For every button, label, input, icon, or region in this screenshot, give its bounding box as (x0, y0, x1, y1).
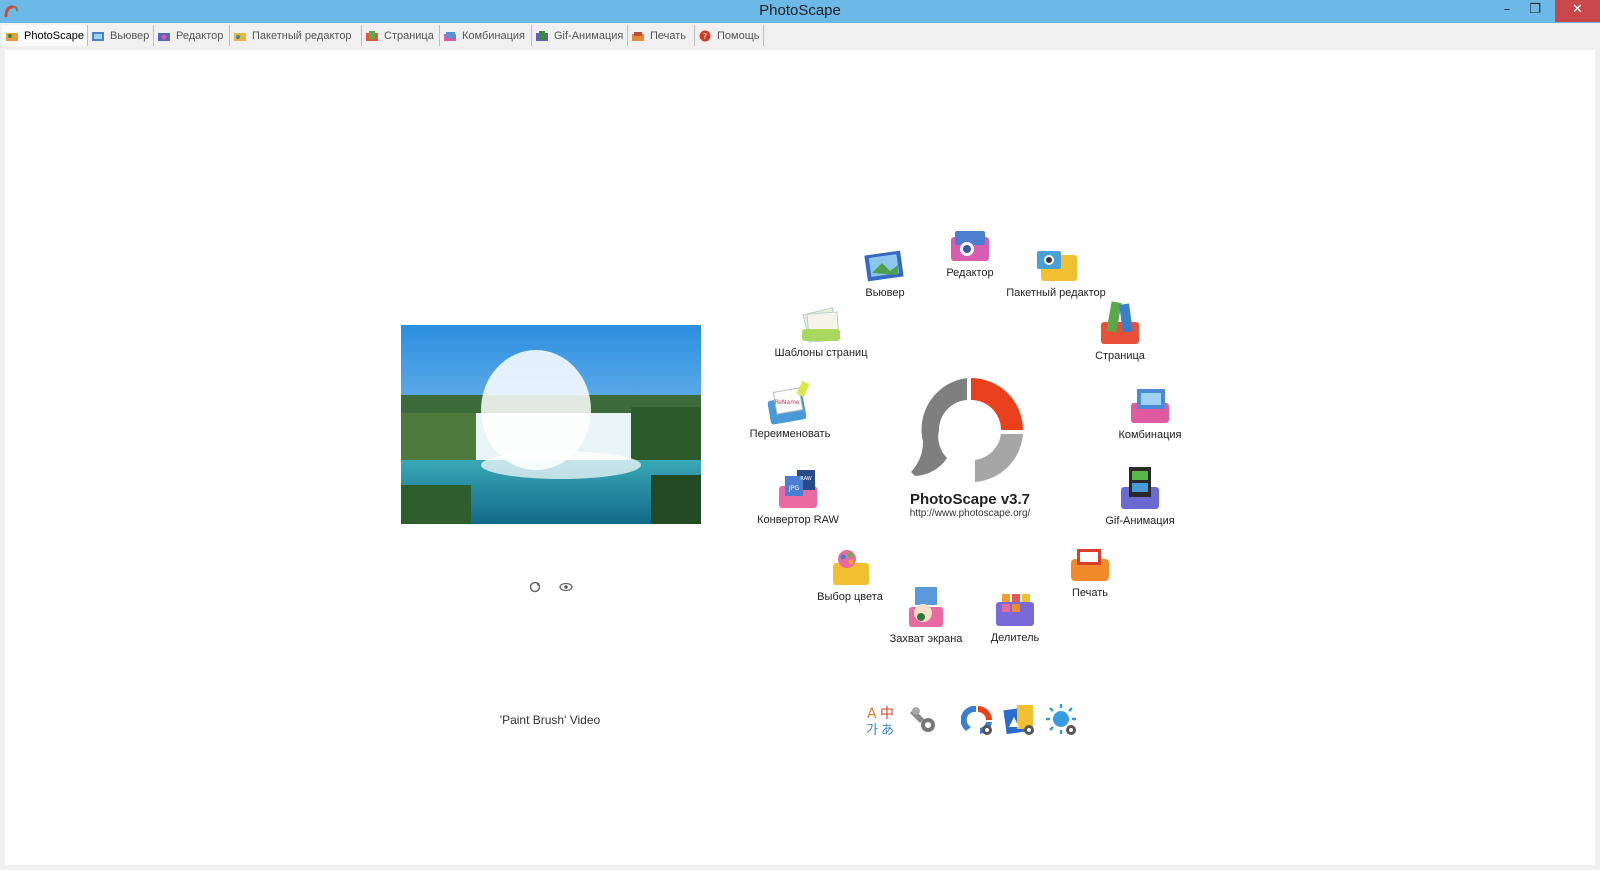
page-templates-icon (802, 307, 840, 343)
svg-text:中: 中 (880, 706, 894, 722)
refresh-icon[interactable] (528, 581, 542, 593)
tab-label: Помощь (717, 29, 760, 42)
main-area (5, 50, 1595, 865)
combine-icon (1131, 389, 1169, 423)
photoscape-update-icon[interactable] (961, 703, 995, 737)
minimize-button[interactable]: – (1494, 0, 1520, 22)
viewer-icon (864, 250, 904, 282)
wheel-page-templates[interactable]: Шаблоны страниц (765, 303, 877, 359)
tab-label: Комбинация (462, 29, 526, 42)
video-caption[interactable]: 'Paint Brush' Video (480, 713, 620, 727)
app-name: PhotoScape v3.7 (909, 491, 1031, 508)
settings-wrench-icon[interactable] (906, 703, 940, 737)
wheel-rename[interactable]: ReName Переименовать (740, 380, 840, 440)
tab-bar: PhotoScape Вьювер Редактор Пакетный реда… (0, 24, 1600, 48)
wheel-color-picker-label: Выбор цвета (817, 591, 883, 603)
wheel-rename-label: Переименовать (749, 428, 831, 440)
splitter-icon (996, 594, 1034, 626)
photoscape-icon (6, 32, 18, 41)
print-icon (632, 31, 644, 41)
tab-label: Пакетный редактор (252, 29, 352, 42)
svg-text:あ: あ (881, 723, 894, 737)
app-url[interactable]: http://www.photoscape.org/ (905, 508, 1035, 519)
wheel-splitter-label: Делитель (990, 632, 1040, 644)
close-button[interactable]: ✕ (1555, 0, 1600, 22)
batch-editor-icon (1037, 251, 1077, 281)
title-bar: PhotoScape – ❐ ✕ (0, 0, 1600, 23)
window-title: PhotoScape (759, 2, 841, 19)
tab-editor[interactable]: Редактор (154, 25, 230, 46)
batch-editor-icon (234, 32, 246, 41)
wheel-raw-converter[interactable]: JPG RAW Конвертор RAW (750, 468, 846, 526)
viewer-icon (92, 31, 104, 41)
wheel-page[interactable]: Страница (1080, 298, 1160, 362)
wheel-page-label: Страница (1095, 350, 1145, 362)
tab-label: Страница (384, 29, 434, 42)
svg-text:RAW: RAW (800, 476, 811, 482)
wheel-color-picker[interactable]: Выбор цвета (810, 545, 890, 603)
tab-label: Gif-Анимация (554, 29, 624, 42)
editor-icon (951, 231, 989, 261)
photo-gallery-icon[interactable] (1003, 703, 1037, 737)
wheel-screen-capture[interactable]: Захват экрана (886, 583, 966, 645)
wheel-splitter[interactable]: Делитель (975, 590, 1055, 644)
tab-combine[interactable]: Комбинация (440, 25, 532, 46)
wheel-gif-animation[interactable]: Gif-Анимация (1100, 465, 1180, 527)
editor-icon (158, 32, 170, 41)
tab-label: PhotoScape (24, 29, 84, 42)
brightness-icon[interactable] (1045, 703, 1079, 737)
page-icon (366, 30, 378, 41)
print-icon (1071, 549, 1109, 581)
photoscape-logo: PhotoScape v3.7 http://www.photoscape.or… (905, 372, 1035, 522)
tab-label: Редактор (176, 29, 224, 42)
help-icon: ? (699, 30, 711, 41)
eye-icon[interactable] (559, 581, 573, 593)
wheel-editor[interactable]: Редактор (930, 225, 1010, 279)
svg-text:ReName: ReName (774, 399, 800, 406)
wheel-gif-label: Gif-Анимация (1105, 515, 1175, 527)
maximize-button[interactable]: ❐ (1522, 0, 1548, 22)
preview-photo[interactable] (401, 325, 701, 524)
tab-photoscape[interactable]: PhotoScape (2, 25, 88, 46)
svg-text:?: ? (703, 32, 707, 41)
wheel-screen-capture-label: Захват экрана (889, 633, 963, 645)
svg-text:가: 가 (866, 723, 878, 737)
wheel-raw-label: Конвертор RAW (757, 514, 839, 526)
wheel-combine-label: Комбинация (1118, 429, 1182, 441)
wheel-batch-editor[interactable]: Пакетный редактор (1000, 245, 1112, 299)
wheel-templates-label: Шаблоны страниц (774, 347, 868, 359)
tab-batch-editor[interactable]: Пакетный редактор (230, 25, 362, 46)
wheel-editor-label: Редактор (946, 267, 994, 279)
svg-text:JPG: JPG (788, 485, 799, 492)
tab-viewer[interactable]: Вьювер (88, 25, 154, 46)
svg-text:A: A (867, 706, 877, 722)
wheel-print[interactable]: Печать (1050, 545, 1130, 599)
wheel-combine[interactable]: Комбинация (1110, 385, 1190, 441)
photoscape-logo-icon (911, 378, 1023, 482)
tab-print[interactable]: Печать (628, 25, 695, 46)
raw-converter-icon: JPG RAW (779, 470, 817, 508)
wheel-print-label: Печать (1071, 587, 1109, 599)
language-icon[interactable]: A 中 가 あ (864, 703, 898, 737)
color-picker-icon (833, 550, 869, 585)
gif-animation-icon (1121, 467, 1159, 509)
tab-label: Печать (650, 29, 687, 42)
page-icon (1101, 301, 1139, 344)
tab-gif-animation[interactable]: Gif-Анимация (532, 25, 628, 46)
wheel-viewer-label: Вьювер (865, 287, 905, 299)
tab-label: Вьювер (110, 29, 150, 42)
combine-icon (444, 31, 456, 41)
tab-help[interactable]: ? Помощь (695, 25, 764, 46)
wheel-viewer[interactable]: Вьювер (845, 245, 925, 299)
gif-animation-icon (536, 30, 548, 41)
tab-page[interactable]: Страница (362, 25, 440, 46)
rename-icon: ReName (767, 380, 810, 425)
screen-capture-icon (909, 587, 943, 627)
